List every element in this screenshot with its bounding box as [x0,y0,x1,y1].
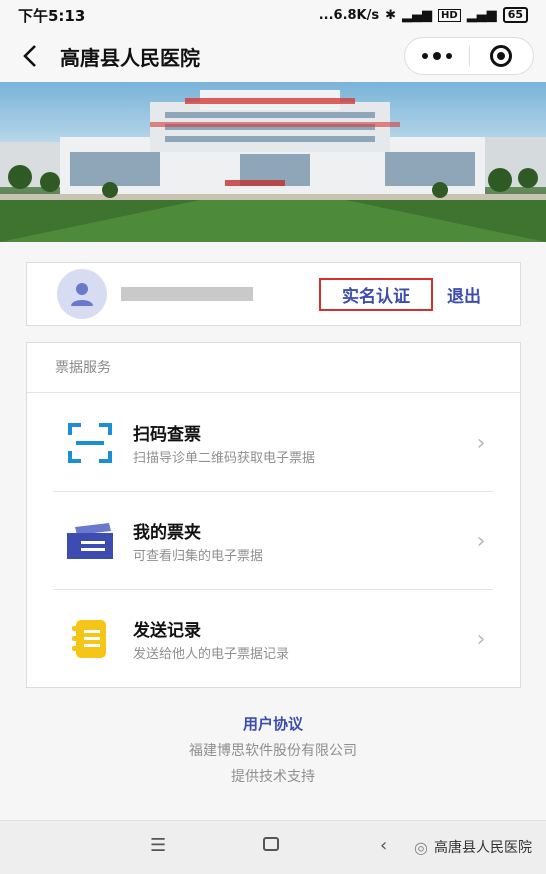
signal-icon: ▂▄▆ [402,7,433,23]
scan-icon [65,418,115,468]
service-item-text: 扫码查票 扫描导诊单二维码获取电子票据 [133,420,469,466]
section-title: 票据服务 [27,343,520,393]
service-item-send-record[interactable]: 发送记录 发送给他人的电子票据记录 › [27,590,493,688]
company-name: 福建博思软件股份有限公司 [189,743,357,759]
masked-user-name [121,287,253,301]
hd-icon: HD [438,8,461,22]
system-navigation-bar: ☰ ‹ ◎ 高唐县人民医院 [0,820,546,874]
close-mini-program-button[interactable] [470,38,534,74]
logout-button[interactable]: 退出 [447,282,481,307]
send-record-icon [65,614,115,664]
mini-program-capsule [404,37,534,75]
hospital-building-image [0,90,546,242]
ticket-folder-icon [65,516,115,566]
hospital-banner [0,82,546,242]
real-name-verify-button[interactable]: 实名认证 [319,277,433,311]
user-card: 实名认证 退出 [26,262,521,326]
status-time: 下午5:13 [18,6,86,25]
back-icon: ‹ [380,835,388,856]
service-item-subtitle: 发送给他人的电子票据记录 [133,647,290,662]
status-indicators: ...6.8K/s ✱ ▂▄▆ HD ▂▄▆ 65 [319,7,528,23]
system-back-button[interactable]: ‹ [380,835,387,856]
service-item-text: 我的票夹 可查看归集的电子票据 [133,518,469,564]
bluetooth-icon: ✱ [385,7,397,23]
service-item-title: 扫码查票 [133,425,201,445]
watermark-text: 高唐县人民医院 [434,840,532,856]
service-item-subtitle: 扫描导诊单二维码获取电子票据 [133,451,316,466]
status-bar: 下午5:13 ...6.8K/s ✱ ▂▄▆ HD ▂▄▆ 65 [0,0,546,30]
network-speed: ...6.8K/s [318,7,380,23]
home-icon [263,837,279,851]
service-item-subtitle: 可查看归集的电子票据 [133,549,264,564]
target-icon [490,45,513,67]
chevron-right-icon: › [476,626,486,652]
menu-button[interactable]: ☰ [150,835,166,856]
battery-icon: 65 [502,7,528,23]
nav-bar: 高唐县人民医院 [0,30,546,82]
menu-icon: ☰ [150,835,167,856]
user-icon [71,283,93,306]
service-item-title: 我的票夹 [133,523,201,543]
chevron-left-icon [23,45,36,67]
wechat-icon: ◎ [414,837,428,857]
service-item-title: 发送记录 [133,621,201,641]
wechat-watermark: ◎ 高唐县人民医院 [414,837,532,857]
chevron-right-icon: › [476,430,486,456]
chevron-right-icon: › [476,528,486,554]
tech-support-text: 提供技术支持 [231,769,315,785]
avatar [57,269,107,319]
service-item-text: 发送记录 发送给他人的电子票据记录 [133,616,469,662]
signal-4g-icon: ▂▄▆ [466,7,497,23]
page-title: 高唐县人民医院 [60,45,200,70]
invoice-services-card: 票据服务 扫码查票 扫描导诊单二维码获取电子票据 › 我的票夹 可查看归集的电子… [26,342,521,688]
home-button[interactable] [263,835,279,856]
user-agreement-link[interactable]: 用户协议 [0,713,546,734]
service-item-ticket-folder[interactable]: 我的票夹 可查看归集的电子票据 › [27,492,493,590]
more-button[interactable] [405,38,469,74]
back-button[interactable] [6,32,54,80]
more-icon [421,52,452,60]
service-item-scan[interactable]: 扫码查票 扫描导诊单二维码获取电子票据 › [27,394,493,492]
